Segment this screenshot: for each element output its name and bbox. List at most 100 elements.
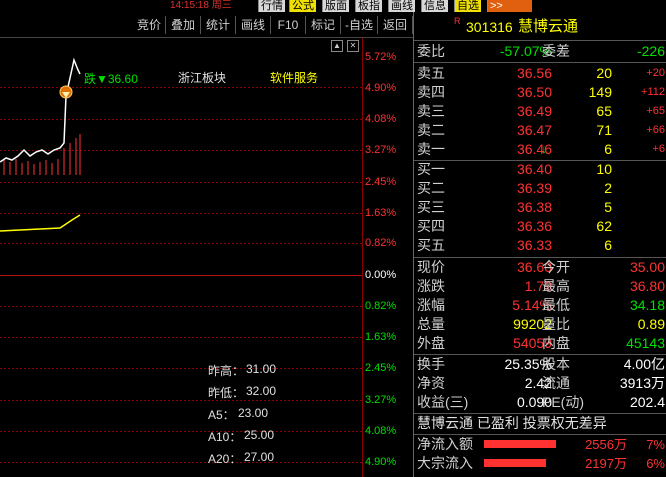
- stat-label: 现价: [417, 259, 445, 275]
- buy-label: 买五: [417, 237, 445, 253]
- stat-value: 0.89: [637, 316, 665, 332]
- sell-volume: 20: [596, 65, 612, 81]
- tab-gongshi[interactable]: 公式: [289, 0, 316, 12]
- info-value: 27.00: [244, 450, 275, 464]
- stock-header: R 301316 慧博云通: [414, 16, 666, 38]
- tab-banzhi[interactable]: 板指: [355, 0, 382, 12]
- sell-price: 36.47: [516, 122, 552, 138]
- intraday-chart[interactable]: 跌▼36.60 浙江板块 软件服务 ▲ ✕ 5.72% 4.90% 4.08% …: [0, 38, 413, 477]
- stat-row: 外盘 54059 内盘 45143: [414, 334, 666, 353]
- tongji-button[interactable]: 统计: [201, 16, 236, 34]
- stat-label: PE(动): [542, 394, 584, 410]
- tab-more[interactable]: >>: [487, 0, 532, 12]
- r-badge: R: [454, 16, 461, 26]
- stat-label: 最高: [542, 278, 570, 294]
- stat-value: 35.00: [629, 259, 665, 275]
- down-arrow-icon: ↓: [541, 142, 547, 156]
- sell-volume: 65: [596, 103, 612, 119]
- stat-label: 涨跌: [417, 278, 445, 294]
- buy-row: 买二 36.39 2: [414, 179, 666, 198]
- info-box: 昨高： 31.00 昨低： 32.00 A5： 23.00 A10： 25.00 A20…: [208, 362, 288, 472]
- pct-label: 4.08%: [365, 113, 397, 125]
- quote-panel: R 301316 慧博云通 委比 -57.07% 委差 -226 卖五 36.5…: [413, 12, 666, 477]
- info-value: 32.00: [246, 384, 277, 398]
- stat-value: 36.80: [629, 278, 665, 294]
- flow-label: 净流入额: [417, 436, 473, 452]
- stat-label: 净资: [417, 375, 445, 391]
- info-label: 昨低：: [208, 386, 245, 400]
- tab-xinxi[interactable]: 信息: [421, 0, 448, 12]
- buy-volume: 62: [596, 218, 612, 234]
- stock-name: 慧博云通: [518, 18, 579, 35]
- jingjia-button[interactable]: 竞价: [133, 16, 166, 34]
- stat-row: 总量 99202 量比 0.89: [414, 315, 666, 334]
- buy-volume: 2: [604, 180, 612, 196]
- biaoji-button[interactable]: 标记: [306, 16, 341, 34]
- info-row: A5： 23.00: [208, 406, 288, 428]
- huaxian-button[interactable]: 画线: [236, 16, 271, 34]
- pct-label: 3.27%: [365, 144, 397, 156]
- info-label: A10：: [208, 430, 242, 444]
- flow-value: 2556万: [585, 437, 627, 452]
- sell-price: 36.50: [516, 84, 552, 100]
- buy-volume: 6: [604, 237, 612, 253]
- price-line: [0, 57, 81, 163]
- tab-huaxian[interactable]: 画线: [388, 0, 415, 12]
- stat-label: 收益(三): [417, 394, 469, 410]
- flow-value: 2197万: [585, 456, 627, 471]
- sell-change: +65: [646, 105, 665, 117]
- stat-row: 净资 2.42 流通 3913万: [414, 374, 666, 393]
- flow-row: 净流入额 2556万 7%: [414, 435, 666, 454]
- buy-label: 买二: [417, 180, 445, 196]
- stat-label: 内盘: [542, 335, 570, 351]
- scroll-up-icon[interactable]: ▲: [331, 40, 343, 52]
- info-row: 昨高： 31.00: [208, 362, 288, 384]
- tab-banmian[interactable]: 版面: [322, 0, 349, 12]
- flow-label: 大宗流入: [417, 455, 473, 471]
- stat-label: 总量: [417, 316, 445, 332]
- pct-label: 4.90%: [365, 82, 397, 94]
- f10-button[interactable]: F10: [271, 16, 306, 34]
- weibi-row: 委比 -57.07% 委差 -226: [414, 42, 666, 61]
- buy-volume: 5: [604, 199, 612, 215]
- stat-value: 202.4: [629, 394, 665, 410]
- diejia-button[interactable]: 叠加: [166, 16, 201, 34]
- info-value: 25.00: [244, 428, 275, 442]
- price-tag: 跌▼36.60: [84, 72, 138, 86]
- comment-row: 慧博云通 已盈利 投票权无差异: [414, 414, 666, 433]
- buy-price: 36.39: [516, 180, 552, 196]
- stat-row: 换手 25.35% 股本 4.00亿: [414, 355, 666, 374]
- zixuan-button[interactable]: -自选: [341, 16, 378, 34]
- info-row: A20： 27.00: [208, 450, 288, 472]
- clock-label: 14:15:18 周三: [170, 0, 232, 11]
- chart-canvas: [0, 38, 363, 477]
- pct-label: 4.90%: [365, 456, 397, 468]
- stat-row: 现价 36.60 今开 35.00: [414, 258, 666, 277]
- info-row: A10： 25.00: [208, 428, 288, 450]
- sell-row: 卖四 36.50 149 +112: [414, 83, 666, 102]
- sell-price: 36.56: [516, 65, 552, 81]
- pct-label: 5.72%: [365, 51, 397, 63]
- buy-label: 买三: [417, 199, 445, 215]
- info-value: 23.00: [238, 406, 269, 420]
- info-label: A20：: [208, 452, 242, 466]
- sell-label: 卖四: [417, 84, 445, 100]
- avg-price-line: [0, 214, 81, 232]
- buy-price: 36.40: [516, 161, 552, 177]
- sell-row: 卖一 36.46 ↓ 6 +6: [414, 140, 666, 159]
- stat-label: 今开: [542, 259, 570, 275]
- flow-bar: [484, 459, 546, 467]
- fanhui-button[interactable]: 返回: [378, 16, 413, 34]
- divider: [414, 40, 666, 41]
- stat-label: 股本: [542, 356, 570, 372]
- pct-label-zero: 0.00%: [365, 269, 397, 281]
- tab-hangqing[interactable]: 行情: [258, 0, 285, 12]
- sell-row: 卖五 36.56 20 +20: [414, 64, 666, 83]
- flow-bar: [484, 440, 556, 448]
- sell-change: +6: [652, 143, 665, 155]
- pct-label: 1.63%: [365, 207, 397, 219]
- stat-label: 流通: [542, 375, 570, 391]
- pct-label: 2.45%: [365, 362, 397, 374]
- sell-change: +112: [641, 86, 665, 98]
- close-icon[interactable]: ✕: [347, 40, 359, 52]
